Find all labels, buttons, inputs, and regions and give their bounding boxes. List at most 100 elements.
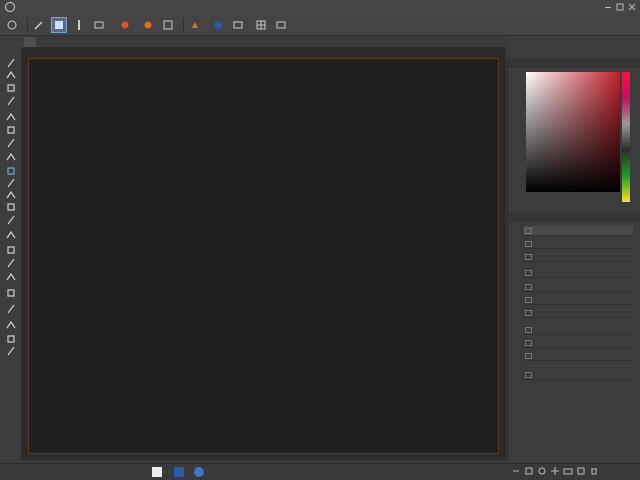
white-swatch-icon[interactable] — [152, 467, 162, 477]
selection-tool-button[interactable] — [3, 228, 19, 241]
color-panel-header[interactable] — [508, 58, 640, 68]
visibility-icon[interactable] — [525, 228, 532, 234]
home-button[interactable] — [4, 17, 20, 33]
brush-tool-icon — [7, 58, 15, 67]
separator — [183, 17, 184, 32]
blend-button[interactable] — [117, 17, 133, 33]
settings-icon — [94, 21, 104, 28]
visibility-icon[interactable] — [525, 270, 532, 276]
window-maximize-icon[interactable] — [616, 3, 624, 11]
layer-row[interactable] — [523, 325, 633, 335]
brush-preset-icon — [34, 20, 43, 30]
crop-tool-button[interactable] — [3, 256, 19, 269]
new-layer-icon[interactable] — [576, 466, 586, 476]
layer-row[interactable] — [523, 282, 633, 292]
mask-icon[interactable] — [537, 466, 547, 476]
delete-layer-icon[interactable] — [589, 466, 599, 476]
mode-toggle-button[interactable] — [51, 16, 67, 33]
lasso-tool-icon — [7, 245, 15, 254]
separator — [27, 17, 28, 32]
grid-button[interactable] — [253, 17, 269, 33]
eraser-tool-icon — [7, 83, 15, 92]
layer-row[interactable] — [523, 308, 633, 318]
group-icon[interactable] — [563, 466, 573, 476]
world-icon[interactable] — [194, 467, 204, 477]
fx-icon[interactable] — [524, 466, 534, 476]
window-minimize-icon[interactable] — [604, 3, 612, 11]
help-icon[interactable] — [174, 467, 184, 477]
view-button[interactable] — [230, 17, 246, 33]
menu-item-edit[interactable] — [32, 0, 44, 14]
transform-tool-icon — [7, 178, 15, 187]
layer-row[interactable] — [523, 370, 633, 380]
swap-colors-button[interactable] — [3, 344, 19, 357]
lasso-tool-button[interactable] — [3, 243, 19, 256]
airbrush-icon — [163, 20, 173, 29]
document-tab-bar — [24, 36, 506, 47]
foreground-color-button[interactable] — [3, 318, 19, 331]
layer-row[interactable] — [523, 338, 633, 348]
menu-item-window[interactable] — [104, 0, 116, 14]
selection-tool-icon — [6, 230, 16, 238]
visibility-icon[interactable] — [525, 241, 532, 247]
flame-icon — [121, 21, 129, 28]
eraser-tool-button[interactable] — [3, 81, 19, 94]
tool-preset-button[interactable] — [31, 17, 47, 33]
document-tab[interactable] — [24, 36, 36, 47]
layer-row[interactable] — [523, 252, 633, 262]
fill-tool-button[interactable] — [3, 136, 19, 149]
menu-item-filter[interactable] — [92, 0, 104, 14]
hand-tool-button[interactable] — [3, 302, 19, 315]
symmetry-button[interactable] — [187, 17, 203, 33]
layers-panel-header[interactable] — [508, 213, 640, 223]
fill-tool-icon — [7, 138, 15, 147]
pencil-tool-icon — [6, 70, 16, 78]
grid-tool-button[interactable] — [3, 200, 19, 213]
visibility-icon[interactable] — [525, 284, 532, 290]
visibility-icon[interactable] — [525, 353, 532, 359]
menu-item-view[interactable] — [44, 0, 56, 14]
menu-item-layer[interactable] — [68, 0, 80, 14]
shape-tool-button[interactable] — [3, 213, 19, 226]
hue-slider[interactable] — [622, 72, 630, 202]
layer-row[interactable] — [523, 268, 633, 278]
layer-row[interactable] — [523, 239, 633, 249]
mode-icon — [55, 20, 63, 29]
layer-row[interactable] — [523, 226, 633, 236]
menu-item-file[interactable] — [20, 0, 32, 14]
foreground-color-icon — [6, 320, 16, 328]
globe-button[interactable] — [210, 17, 226, 33]
link-layers-icon[interactable] — [511, 466, 521, 476]
visibility-icon[interactable] — [525, 254, 532, 260]
app-logo-icon[interactable] — [4, 1, 16, 13]
stamp-tool-button[interactable] — [3, 94, 19, 107]
visibility-icon[interactable] — [525, 372, 532, 378]
pencil-tool-button[interactable] — [3, 68, 19, 81]
smudge-tool-button[interactable] — [3, 123, 19, 136]
zoom-tool-button[interactable] — [3, 286, 19, 299]
rotate-tool-button[interactable] — [3, 270, 19, 283]
menu-item-image[interactable] — [56, 0, 68, 14]
menu-item-select[interactable] — [80, 0, 92, 14]
export-button[interactable] — [273, 17, 289, 33]
window-close-icon[interactable] — [628, 3, 636, 11]
adjustment-icon[interactable] — [550, 466, 560, 476]
dodge-tool-button[interactable] — [3, 110, 19, 123]
shape-tool-icon — [7, 215, 15, 224]
visibility-icon[interactable] — [525, 327, 532, 333]
airbrush-button[interactable] — [160, 17, 176, 33]
settings-button[interactable] — [91, 17, 107, 33]
stamp-tool-icon — [7, 96, 15, 105]
layer-row[interactable] — [523, 295, 633, 305]
visibility-icon[interactable] — [525, 297, 532, 303]
size-button[interactable] — [71, 17, 87, 33]
tool-options-bar — [0, 14, 640, 36]
flow-button[interactable] — [140, 17, 156, 33]
layers-action-bar — [508, 464, 640, 478]
layer-row[interactable] — [523, 351, 633, 361]
path-tool-button[interactable] — [3, 150, 19, 163]
document-canvas[interactable] — [28, 58, 499, 454]
color-picker-field[interactable] — [526, 72, 620, 192]
visibility-icon[interactable] — [525, 340, 532, 346]
visibility-icon[interactable] — [525, 310, 532, 316]
